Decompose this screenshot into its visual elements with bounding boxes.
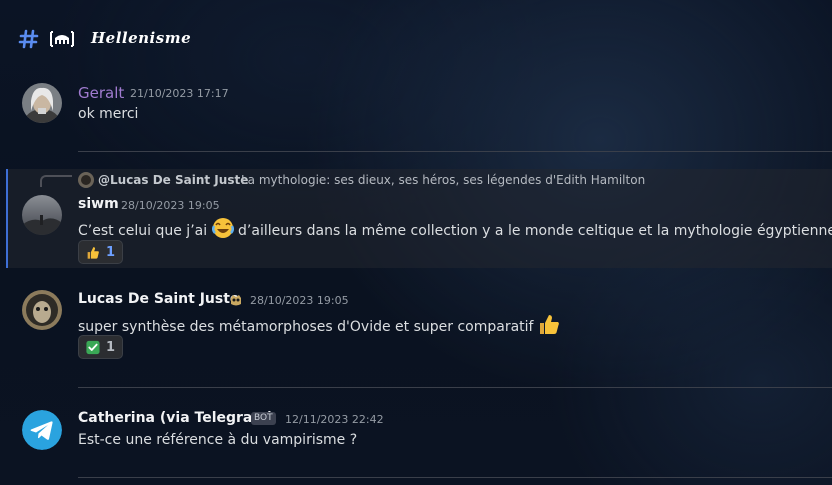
reply-author[interactable]: @Lucas De Saint Juste [98, 173, 248, 187]
message-text: C’est celui que j’ai d’ailleurs dans la … [78, 217, 832, 239]
username[interactable]: Lucas De Saint Juste [78, 291, 239, 307]
reaction-check-mark[interactable]: 1 [78, 335, 123, 359]
reaction-thumbs-up[interactable]: 1 [78, 240, 123, 264]
channel-name: Hellenisme [91, 29, 192, 47]
message-divider [78, 477, 832, 478]
avatar[interactable] [22, 290, 62, 330]
avatar[interactable] [22, 195, 62, 235]
timestamp: 21/10/2023 17:17 [130, 87, 229, 100]
message-text: ok merci [78, 106, 139, 122]
reply-connector [40, 175, 72, 187]
message-divider [78, 151, 832, 152]
username[interactable]: Catherina (via Telegram) [78, 410, 273, 426]
building-emoji [50, 31, 74, 47]
reply-avatar [78, 172, 94, 188]
message-text: Est-ce une référence à du vampirisme ? [78, 432, 358, 448]
username[interactable]: Geralt [78, 84, 124, 102]
timestamp: 28/10/2023 19:05 [121, 199, 220, 212]
username[interactable]: siwm [78, 196, 119, 212]
reply-preview[interactable]: La mythologie: ses dieux, ses héros, ses… [241, 173, 645, 187]
mention-highlight-bar [6, 169, 8, 268]
thumbs-up-emoji [539, 315, 559, 334]
message-divider [78, 387, 832, 388]
reaction-count: 1 [105, 339, 115, 355]
reaction-count: 1 [105, 244, 115, 260]
telegram-icon[interactable] [22, 410, 62, 450]
hashtag-icon [18, 29, 39, 49]
check-mark-emoji [86, 340, 100, 354]
bot-tag: BOT [251, 412, 276, 425]
message-text: super synthèse des métamorphoses d'Ovide… [78, 313, 560, 335]
joy-emoji [211, 218, 234, 238]
channel-header: Hellenisme [0, 0, 832, 72]
timestamp: 12/11/2023 22:42 [285, 413, 384, 426]
timestamp: 28/10/2023 19:05 [250, 294, 349, 307]
avatar[interactable] [22, 83, 62, 123]
thumbs-up-emoji [87, 246, 99, 259]
owl-badge [231, 295, 241, 306]
